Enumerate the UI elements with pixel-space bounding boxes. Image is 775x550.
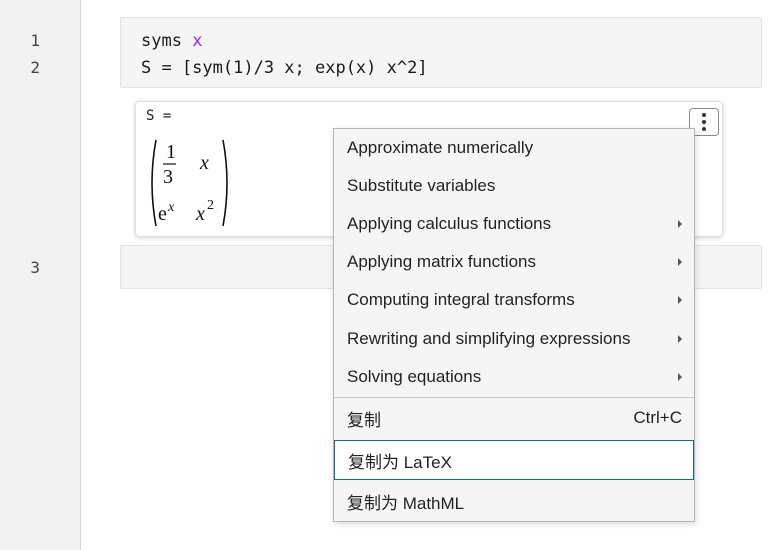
menu-item-label: Computing integral transforms bbox=[347, 290, 575, 309]
menu-item-matrix-functions[interactable]: Applying matrix functions bbox=[334, 243, 694, 281]
r1c1-numerator: 1 bbox=[166, 141, 176, 163]
symbolic-matrix-output: 1 3 x e x x 2 bbox=[146, 136, 236, 230]
line-number: 2 bbox=[30, 58, 40, 77]
menu-item-copy-as-mathml[interactable]: 复制为 MathML bbox=[334, 482, 694, 520]
left-paren bbox=[151, 139, 157, 227]
code-cell[interactable]: syms x S = [sym(1)/3 x; exp(x) x^2] bbox=[120, 17, 762, 88]
line-number: 3 bbox=[30, 258, 40, 277]
submenu-arrow-icon bbox=[678, 220, 682, 228]
menu-item-label: Substitute variables bbox=[347, 176, 496, 195]
matrix-svg: 1 3 x e x x 2 bbox=[151, 139, 228, 227]
line-number-gutter: 1 2 3 bbox=[0, 0, 81, 550]
menu-item-label: Applying matrix functions bbox=[347, 252, 536, 271]
menu-item-shortcut: Ctrl+C bbox=[633, 408, 682, 427]
submenu-arrow-icon bbox=[678, 258, 682, 266]
menu-item-label: 复制为 MathML bbox=[347, 493, 465, 513]
menu-item-label: Solving equations bbox=[347, 367, 482, 386]
right-paren bbox=[222, 139, 228, 227]
submenu-arrow-icon bbox=[678, 296, 682, 304]
r1c1-denominator: 3 bbox=[163, 166, 173, 188]
menu-item-label: 复制 bbox=[347, 410, 381, 430]
menu-item-label: Applying calculus functions bbox=[347, 214, 552, 233]
r2c2-exponent: 2 bbox=[207, 198, 214, 213]
menu-item-substitute-variables[interactable]: Substitute variables bbox=[334, 167, 694, 205]
r1c2-x: x bbox=[199, 152, 209, 174]
r2c1-e: e bbox=[158, 203, 167, 225]
line-number: 1 bbox=[30, 31, 40, 50]
context-menu: Approximate numerically Substitute varia… bbox=[333, 128, 695, 522]
menu-item-label: 复制为 LaTeX bbox=[348, 452, 452, 472]
code-line-2[interactable]: S = [sym(1)/3 x; exp(x) x^2] bbox=[141, 58, 428, 78]
menu-item-solving-equations[interactable]: Solving equations bbox=[334, 358, 694, 396]
menu-item-approximate-numerically[interactable]: Approximate numerically bbox=[334, 129, 694, 167]
r2c2-x: x bbox=[195, 203, 205, 225]
menu-item-calculus-functions[interactable]: Applying calculus functions bbox=[334, 205, 694, 243]
menu-separator bbox=[334, 397, 694, 398]
code-keyword: syms bbox=[141, 31, 193, 51]
menu-item-copy[interactable]: 复制 Ctrl+C bbox=[334, 399, 694, 437]
menu-item-label: Approximate numerically bbox=[347, 138, 534, 157]
output-label: S = bbox=[146, 108, 172, 124]
menu-item-rewriting-simplifying[interactable]: Rewriting and simplifying expressions bbox=[334, 320, 694, 358]
submenu-arrow-icon bbox=[678, 335, 682, 343]
code-line-1[interactable]: syms x bbox=[141, 31, 202, 51]
menu-item-integral-transforms[interactable]: Computing integral transforms bbox=[334, 281, 694, 319]
menu-item-copy-as-latex[interactable]: 复制为 LaTeX bbox=[334, 440, 694, 480]
code-variable: x bbox=[192, 31, 203, 51]
submenu-arrow-icon bbox=[678, 373, 682, 381]
menu-item-label: Rewriting and simplifying expressions bbox=[347, 329, 631, 348]
r2c1-exponent: x bbox=[167, 200, 175, 215]
